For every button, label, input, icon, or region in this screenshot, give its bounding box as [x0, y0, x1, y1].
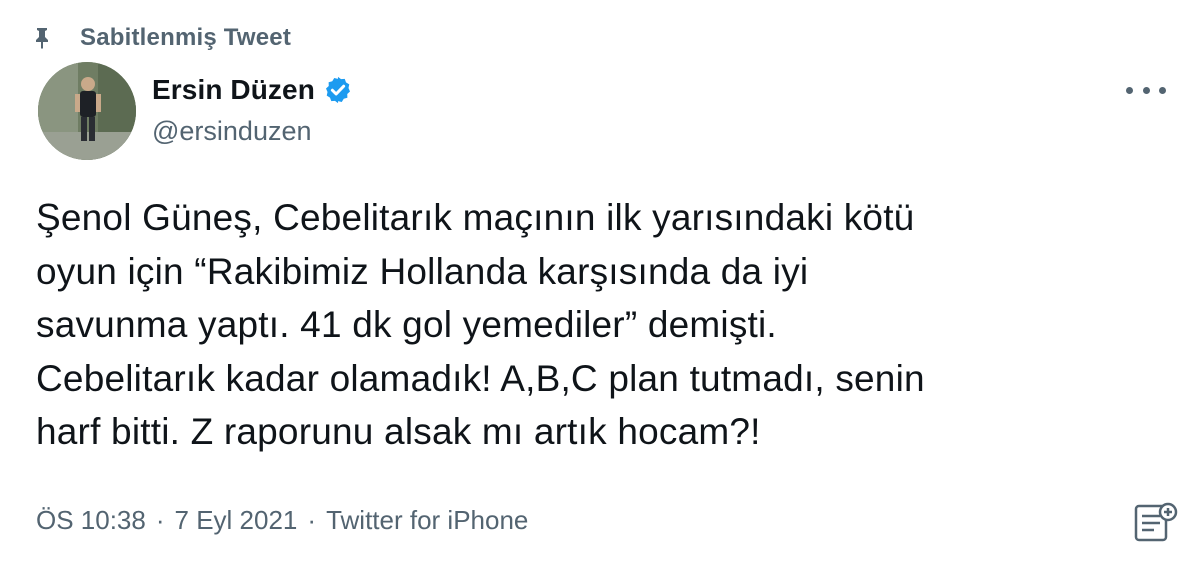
analytics-icon[interactable] — [1132, 500, 1178, 544]
meta-separator: · — [155, 505, 165, 535]
more-dot — [1159, 86, 1166, 94]
tweet-date[interactable]: 7 Eyl 2021 — [175, 505, 298, 536]
meta-separator: · — [307, 505, 317, 535]
name-row: Ersin Düzen — [152, 72, 353, 108]
display-name[interactable]: Ersin Düzen — [152, 74, 315, 106]
avatar[interactable] — [38, 62, 136, 160]
tweet-text: Şenol Güneş, Cebelitarık maçının ilk yar… — [36, 197, 925, 452]
more-dot — [1126, 86, 1133, 94]
tweet-meta: ÖS 10:38 · 7 Eyl 2021 · Twitter for iPho… — [36, 505, 528, 536]
more-options-icon[interactable] — [1126, 78, 1166, 102]
author-block: Ersin Düzen @ersinduzen — [152, 72, 353, 147]
verified-badge-icon — [323, 75, 353, 105]
pinned-label: Sabitlenmiş Tweet — [80, 24, 292, 51]
pin-icon — [30, 26, 54, 50]
more-dot — [1142, 86, 1150, 94]
tweet-source[interactable]: Twitter for iPhone — [326, 505, 528, 536]
user-handle[interactable]: @ersinduzen — [152, 116, 353, 147]
pinned-tweet-header: Sabitlenmiş Tweet — [30, 22, 291, 54]
tweet-time[interactable]: ÖS 10:38 — [36, 505, 146, 536]
